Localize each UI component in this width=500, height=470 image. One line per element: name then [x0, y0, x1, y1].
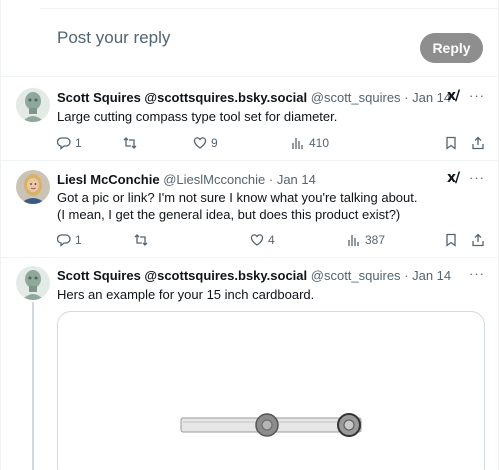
- handle-and-date[interactable]: @LieslMcconchie · Jan 14: [163, 172, 316, 187]
- share-icon: [472, 233, 484, 247]
- tweet-text-line: Got a pic or link? I'm not sure I know w…: [57, 190, 418, 205]
- handle-and-date[interactable]: @scott_squires · Jan 14: [311, 90, 451, 105]
- tweet-text: Large cutting compass type tool set for …: [57, 109, 338, 124]
- bookmark-icon: [446, 233, 456, 247]
- repost-icon: [134, 234, 148, 246]
- view-count: 387: [365, 233, 386, 247]
- tweet-actions: 1 9 410: [57, 136, 487, 152]
- compass-tool-image: [180, 413, 362, 437]
- reply-action[interactable]: 1: [57, 136, 82, 150]
- reply-icon: [57, 137, 71, 150]
- repost-icon: [123, 137, 137, 149]
- tweet-header: Scott Squires @scottsquires.bsky.social …: [57, 90, 451, 105]
- display-name[interactable]: Scott Squires @scottsquires.bsky.social: [57, 90, 307, 105]
- avatar[interactable]: [16, 266, 50, 300]
- share-icon: [472, 136, 484, 150]
- share-action[interactable]: [471, 136, 485, 150]
- handle-and-date[interactable]: @scott_squires · Jan 14: [311, 268, 451, 283]
- tweet-header: Scott Squires @scottsquires.bsky.social …: [57, 268, 451, 283]
- grok-icon[interactable]: x/: [447, 88, 460, 104]
- display-name[interactable]: Scott Squires @scottsquires.bsky.social: [57, 268, 307, 283]
- like-icon: [250, 234, 264, 246]
- reply-count: 1: [75, 136, 82, 150]
- like-action[interactable]: 9: [193, 136, 218, 150]
- media-image[interactable]: [57, 311, 485, 470]
- timeline-right-border: [498, 0, 499, 470]
- tweet[interactable]: Scott Squires @scottsquires.bsky.social …: [0, 78, 498, 162]
- reply-input[interactable]: Post your reply: [57, 28, 170, 48]
- view-count: 410: [309, 136, 330, 150]
- like-count: 9: [211, 136, 218, 150]
- bookmark-icon: [446, 136, 456, 150]
- reply-button[interactable]: Reply: [420, 33, 483, 63]
- bookmark-action[interactable]: [444, 233, 458, 247]
- tweet-text: Hers an example for your 15 inch cardboa…: [57, 287, 315, 302]
- views-action[interactable]: 410: [291, 136, 329, 150]
- like-count: 4: [268, 233, 275, 247]
- tweet-header: Liesl McConchie @LieslMcconchie · Jan 14: [57, 172, 316, 187]
- more-icon[interactable]: ···: [469, 88, 485, 103]
- repost-action[interactable]: [123, 136, 137, 150]
- reply-count: 1: [75, 233, 82, 247]
- tweet-text-line: (I mean, I get the general idea, but doe…: [57, 207, 401, 222]
- reply-composer: Post your reply Reply: [0, 9, 498, 77]
- more-icon[interactable]: ···: [469, 170, 485, 185]
- bookmark-action[interactable]: [444, 136, 458, 150]
- views-action[interactable]: 387: [347, 233, 385, 247]
- reply-action[interactable]: 1: [57, 233, 82, 247]
- like-icon: [193, 137, 207, 149]
- like-action[interactable]: 4: [250, 233, 275, 247]
- avatar[interactable]: [16, 88, 50, 122]
- more-icon[interactable]: ···: [469, 266, 485, 281]
- views-icon: [292, 138, 303, 149]
- display-name[interactable]: Liesl McConchie: [57, 172, 160, 187]
- views-icon: [348, 235, 359, 246]
- reply-icon: [57, 234, 71, 247]
- avatar[interactable]: [16, 170, 50, 204]
- tweet-actions: 1 4 387: [57, 233, 487, 249]
- share-action[interactable]: [471, 233, 485, 247]
- tweet[interactable]: Liesl McConchie @LieslMcconchie · Jan 14…: [0, 161, 498, 259]
- repost-action[interactable]: [134, 233, 148, 247]
- grok-icon[interactable]: x/: [447, 170, 460, 186]
